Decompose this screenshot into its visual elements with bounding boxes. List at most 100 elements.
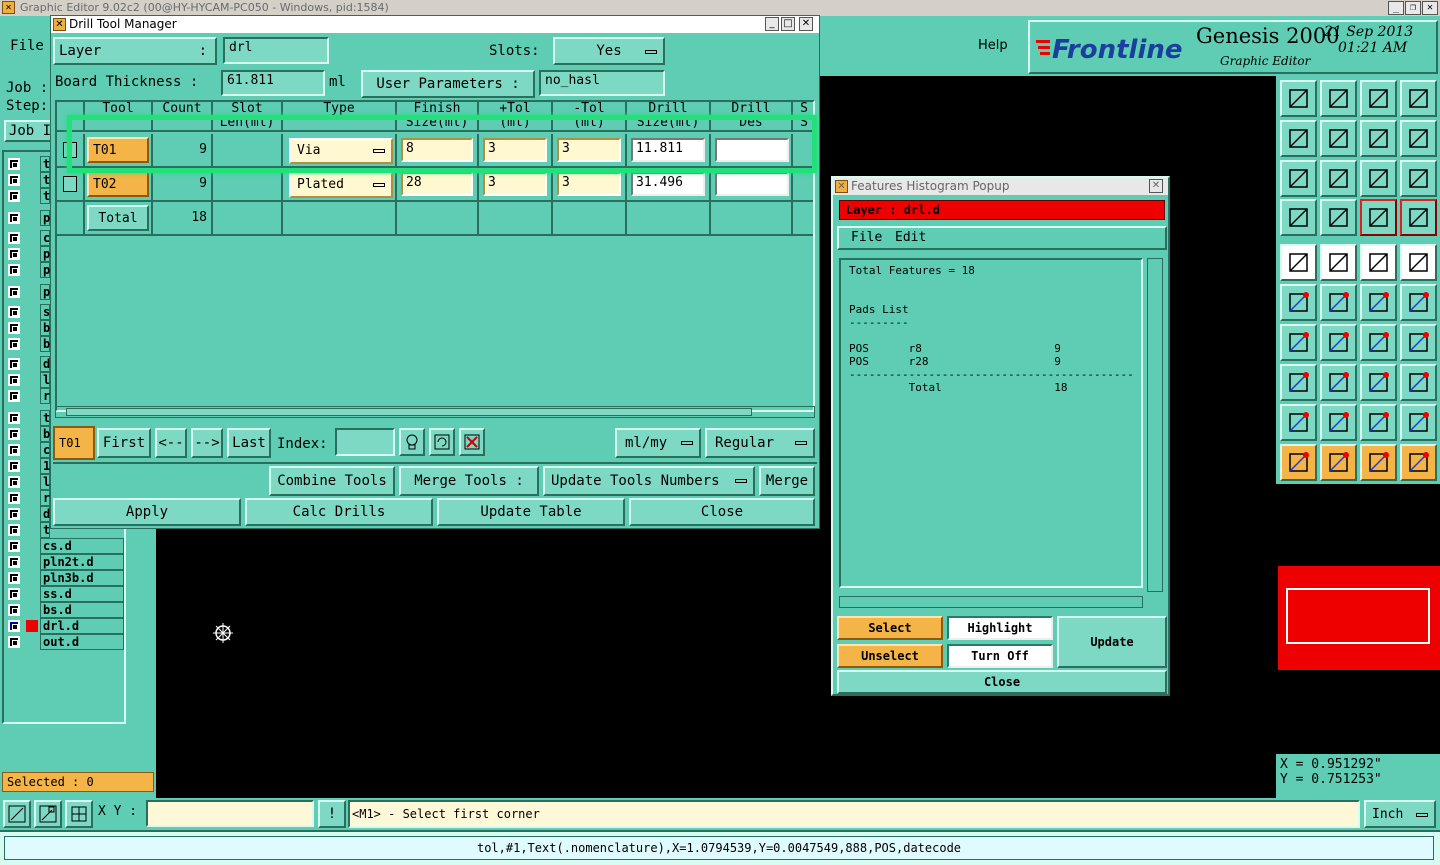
- layer-field[interactable]: drl: [223, 37, 329, 64]
- triangle-icon[interactable]: [1280, 404, 1317, 441]
- table-hscroll[interactable]: [55, 406, 815, 418]
- close-button[interactable]: Close: [629, 498, 815, 526]
- move-node-icon[interactable]: [1360, 284, 1397, 321]
- text-a-icon[interactable]: [1320, 404, 1357, 441]
- cross-node-icon[interactable]: [1320, 284, 1357, 321]
- layer-checkbox[interactable]: [8, 620, 20, 632]
- merge-select[interactable]: Update Tools Numbers: [543, 466, 755, 496]
- layer-checkbox[interactable]: [8, 412, 20, 424]
- layer-checkbox[interactable]: [8, 306, 20, 318]
- ptol-input[interactable]: 3: [483, 172, 547, 196]
- slots-dropdown[interactable]: Yes: [553, 37, 665, 65]
- ntol-cell[interactable]: 3: [553, 168, 627, 202]
- merge-button[interactable]: Merge: [759, 466, 815, 496]
- layer-row[interactable]: pln3b.d: [6, 570, 124, 586]
- connect-icon[interactable]: [1400, 284, 1437, 321]
- route-edit-icon[interactable]: [1400, 444, 1437, 481]
- des-cell[interactable]: [711, 168, 793, 202]
- unselect-button[interactable]: Unselect: [837, 644, 943, 668]
- units-dropdown[interactable]: Inch: [1364, 800, 1436, 828]
- tool-cell[interactable]: T02: [85, 168, 153, 202]
- ptol-cell[interactable]: 3: [479, 168, 553, 202]
- user-params-field[interactable]: no_hasl: [539, 70, 665, 96]
- layer-row[interactable]: cs.d: [6, 538, 124, 554]
- dtm-maximize[interactable]: □: [781, 17, 795, 31]
- hist-hscroll[interactable]: [839, 596, 1143, 608]
- layer-checkbox[interactable]: [8, 636, 20, 648]
- layer-checkbox[interactable]: [8, 588, 20, 600]
- layer-row[interactable]: bs.d: [6, 602, 124, 618]
- next-button[interactable]: -->: [191, 428, 223, 458]
- help-icon[interactable]: [1400, 160, 1437, 197]
- mode-select[interactable]: Regular: [705, 428, 815, 458]
- layer-checkbox[interactable]: [8, 492, 20, 504]
- layer-checkbox[interactable]: [8, 248, 20, 260]
- line-icon[interactable]: [1320, 324, 1357, 361]
- house-icon[interactable]: [1360, 80, 1397, 117]
- type-select[interactable]: Plated: [289, 172, 393, 198]
- update-button[interactable]: Update: [1057, 616, 1167, 668]
- layer-checkbox[interactable]: [8, 286, 20, 298]
- exclaim-button[interactable]: !: [318, 800, 346, 828]
- hist-file-menu[interactable]: File: [851, 230, 882, 245]
- maximize-button[interactable]: ❐: [1405, 1, 1421, 15]
- arc-icon[interactable]: [1360, 324, 1397, 361]
- apply-button[interactable]: Apply: [53, 498, 241, 526]
- layers-red2-icon[interactable]: [1400, 199, 1437, 236]
- layer-checkbox[interactable]: [8, 572, 20, 584]
- snap-left-icon[interactable]: [1280, 120, 1317, 157]
- row-select[interactable]: [57, 168, 85, 202]
- text-a3-icon[interactable]: [1400, 404, 1437, 441]
- node-icon[interactable]: [1280, 284, 1317, 321]
- finish-cell[interactable]: 28: [397, 168, 479, 202]
- help-menu[interactable]: Help: [978, 38, 1008, 53]
- zoom-fit-icon[interactable]: [3, 800, 31, 828]
- ntol-input[interactable]: 3: [557, 172, 621, 196]
- update-table-button[interactable]: Update Table: [437, 498, 625, 526]
- layer-checkbox[interactable]: [8, 158, 20, 170]
- drill-cell[interactable]: 31.496: [627, 168, 711, 202]
- xy-input[interactable]: [146, 800, 314, 827]
- tool-name[interactable]: T02: [87, 171, 149, 197]
- dtm-minimize[interactable]: _: [765, 17, 779, 31]
- route-icon[interactable]: [1400, 120, 1437, 157]
- layer-checkbox[interactable]: [8, 232, 20, 244]
- layer-checkbox[interactable]: [8, 460, 20, 472]
- first-button[interactable]: First: [97, 428, 151, 458]
- shapes-icon[interactable]: [1400, 364, 1437, 401]
- bulb-icon[interactable]: [399, 428, 425, 456]
- split-icon[interactable]: [1400, 324, 1437, 361]
- pointer-select-icon[interactable]: [1360, 444, 1397, 481]
- drill-des-input[interactable]: [715, 172, 789, 196]
- select-button[interactable]: Select: [837, 616, 943, 640]
- text-a2-icon[interactable]: [1360, 404, 1397, 441]
- layer-checkbox[interactable]: [8, 212, 20, 224]
- job-button[interactable]: Job I: [4, 120, 56, 142]
- hist-close-button[interactable]: Close: [837, 670, 1167, 694]
- layer-checkbox[interactable]: [8, 556, 20, 568]
- thickness-field[interactable]: 61.811: [221, 70, 325, 96]
- scroll-thumb[interactable]: [66, 408, 752, 416]
- zoom-fit-icon[interactable]: [1280, 160, 1317, 197]
- file-menu[interactable]: File: [6, 32, 48, 60]
- drill-size-input[interactable]: 31.496: [631, 172, 705, 196]
- scale-1to2-icon[interactable]: [1360, 160, 1397, 197]
- layer-checkbox[interactable]: [8, 190, 20, 202]
- turn-off-button[interactable]: Turn Off: [947, 644, 1053, 668]
- prev-button[interactable]: <--: [155, 428, 187, 458]
- layer-checkbox[interactable]: [8, 174, 20, 186]
- dimension-icon[interactable]: [1360, 364, 1397, 401]
- layer-row[interactable]: drl.d: [6, 618, 124, 634]
- hist-close[interactable]: ✕: [1149, 179, 1163, 193]
- panel-split-icon[interactable]: [1400, 80, 1437, 117]
- zoom-center-icon[interactable]: [1320, 160, 1357, 197]
- undo-arrows-icon[interactable]: [1360, 120, 1397, 157]
- home-up-icon[interactable]: [1280, 80, 1317, 117]
- type-cell[interactable]: Plated: [283, 168, 397, 202]
- index-field[interactable]: [335, 428, 395, 456]
- combine-tools-button[interactable]: Combine Tools: [269, 466, 395, 496]
- hist-vscroll[interactable]: [1147, 258, 1163, 592]
- dash-icon[interactable]: [1320, 364, 1357, 401]
- circle-white-icon[interactable]: [1400, 244, 1437, 281]
- close-window-button[interactable]: ✕: [1422, 1, 1438, 15]
